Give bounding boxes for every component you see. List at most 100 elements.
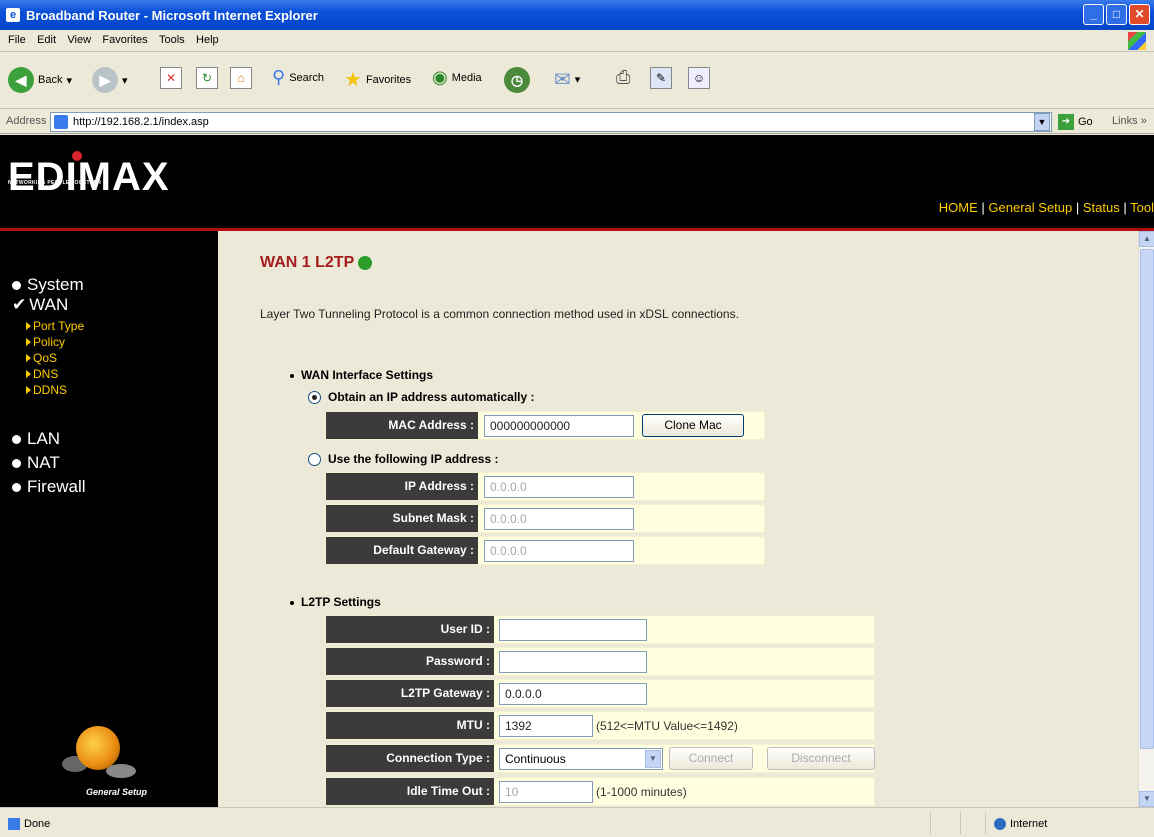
triangle-icon [26,386,31,394]
scroll-down-icon[interactable]: ▼ [1139,791,1154,807]
minimize-button[interactable]: _ [1083,4,1104,25]
history-icon: ◷ [504,67,530,93]
sidebar-item-lan[interactable]: LAN [12,429,60,449]
default-gateway-label: Default Gateway : [326,537,478,564]
sidebar-item-firewall[interactable]: Firewall [12,477,86,497]
menu-help[interactable]: Help [196,34,219,46]
sidebar-sub-qos[interactable]: QoS [26,351,57,365]
sidebar-sub-ddns[interactable]: DDNS [26,383,67,397]
idle-timeout-input[interactable]: 10 [499,781,593,803]
idle-timeout-label: Idle Time Out : [326,778,494,805]
connection-type-label: Connection Type : [326,745,494,772]
stop-button[interactable]: ✕ [160,67,182,89]
menu-file[interactable]: File [8,34,26,46]
mail-button[interactable]: ✉ ▾ [554,67,580,92]
nav-tool[interactable]: Tool [1130,200,1154,215]
back-button[interactable]: ◀ Back ▾ [8,67,72,93]
ie-icon: e [6,8,20,22]
address-label: Address [6,115,47,127]
l2tp-section: L2TP Settings [290,595,381,609]
sidebar-item-nat[interactable]: NAT [12,453,60,473]
internet-globe-icon [994,818,1006,831]
home-button[interactable]: ⌂ [230,67,252,89]
connection-type-value: Continuous [505,752,566,766]
nav-home[interactable]: HOME [939,200,978,215]
nav-status[interactable]: Status [1083,200,1120,215]
mtu-input[interactable]: 1392 [499,715,593,737]
refresh-button[interactable]: ↻ [196,67,218,89]
status-zone: Internet [994,818,1047,831]
ip-address-input[interactable]: 0.0.0.0 [484,476,634,498]
favorites-label: Favorites [365,73,412,86]
status-bar: Done Internet [0,807,1154,837]
l2tp-gateway-input[interactable]: 0.0.0.0 [499,683,647,705]
nav-general-setup[interactable]: General Setup [988,200,1072,215]
general-setup-gear-icon [62,726,136,780]
user-id-row: User ID : [325,615,875,644]
logo-text: EDIMAX [8,155,170,199]
favorites-button[interactable]: ★ Favorites [344,67,411,92]
print-icon: ⎙ [616,67,631,87]
messenger-button[interactable]: ☺ [688,67,710,89]
radio-obtain-auto[interactable]: Obtain an IP address automatically : [308,390,535,405]
menu-tools[interactable]: Tools [159,34,185,46]
go-button[interactable]: ➜ Go [1058,114,1093,130]
sidebar-sub-label: DNS [33,367,59,381]
refresh-icon: ↻ [196,67,218,89]
connect-button[interactable]: Connect [669,747,753,770]
address-input[interactable]: http://192.168.2.1/index.asp [50,112,1052,132]
page-done-icon [8,818,20,831]
address-dropdown-icon[interactable]: ▼ [1034,113,1050,131]
history-button[interactable]: ◷ [504,67,530,93]
user-id-input[interactable] [499,619,647,641]
links-button[interactable]: Links » [1112,115,1147,127]
triangle-icon [26,354,31,362]
idle-timeout-row: Idle Time Out : 10 (1-1000 minutes) [325,777,875,806]
password-row: Password : [325,647,875,676]
sidebar-item-label: System [27,275,84,294]
l2tp-gateway-label: L2TP Gateway : [326,680,494,707]
connection-type-select[interactable]: Continuous ▼ [499,748,663,770]
vertical-scrollbar[interactable]: ▲ ▼ [1138,231,1154,807]
edit-button[interactable]: ✎ [650,67,672,89]
idle-timeout-note: (1-1000 minutes) [596,785,687,799]
search-button[interactable]: ⚲ Search [272,67,324,88]
sidebar-sub-policy[interactable]: Policy [26,335,65,349]
sidebar-sub-port-type[interactable]: Port Type [26,319,84,333]
radio-unchecked-icon [308,453,321,467]
router-header: EDIMAX NETWORKING PEOPLE TOGETHER HOME |… [0,135,1154,228]
sidebar-item-system[interactable]: System [12,275,84,295]
l2tp-gateway-row: L2TP Gateway : 0.0.0.0 [325,679,875,708]
sidebar-sub-label: DDNS [33,383,68,397]
user-id-label: User ID : [326,616,494,643]
menu-view[interactable]: View [67,34,91,46]
subnet-mask-input[interactable]: 0.0.0.0 [484,508,634,530]
triangle-icon [26,370,31,378]
edit-icon: ✎ [650,67,672,89]
mac-address-input[interactable]: 000000000000 [484,415,634,437]
default-gateway-row: Default Gateway : 0.0.0.0 [325,536,765,565]
bullet-icon [12,281,21,291]
page-title-text: WAN 1 L2TP [260,254,355,271]
password-input[interactable] [499,651,647,673]
maximize-button[interactable]: □ [1106,4,1127,25]
scroll-up-icon[interactable]: ▲ [1139,231,1154,247]
print-button[interactable]: ⎙ [616,67,630,88]
close-button[interactable]: ✕ [1129,4,1150,25]
subnet-mask-row: Subnet Mask : 0.0.0.0 [325,504,765,533]
forward-button[interactable]: ▶ ▾ [92,67,128,93]
disconnect-button[interactable]: Disconnect [767,747,875,770]
default-gateway-input[interactable]: 0.0.0.0 [484,540,634,562]
sidebar-sub-dns[interactable]: DNS [26,367,58,381]
top-nav: HOME | General Setup | Status | Tool [938,200,1154,215]
scroll-thumb[interactable] [1140,249,1154,749]
sidebar-item-wan[interactable]: ✔ WAN [12,295,68,315]
radio-use-following[interactable]: Use the following IP address : [308,452,498,467]
clone-mac-button[interactable]: Clone Mac [642,414,744,437]
sidebar-item-label: Firewall [27,477,86,496]
media-button[interactable]: ◉ Media [432,67,482,88]
menu-edit[interactable]: Edit [37,34,56,46]
page-description: Layer Two Tunneling Protocol is a common… [260,307,739,321]
menu-favorites[interactable]: Favorites [102,34,147,46]
help-icon[interactable] [358,255,373,270]
